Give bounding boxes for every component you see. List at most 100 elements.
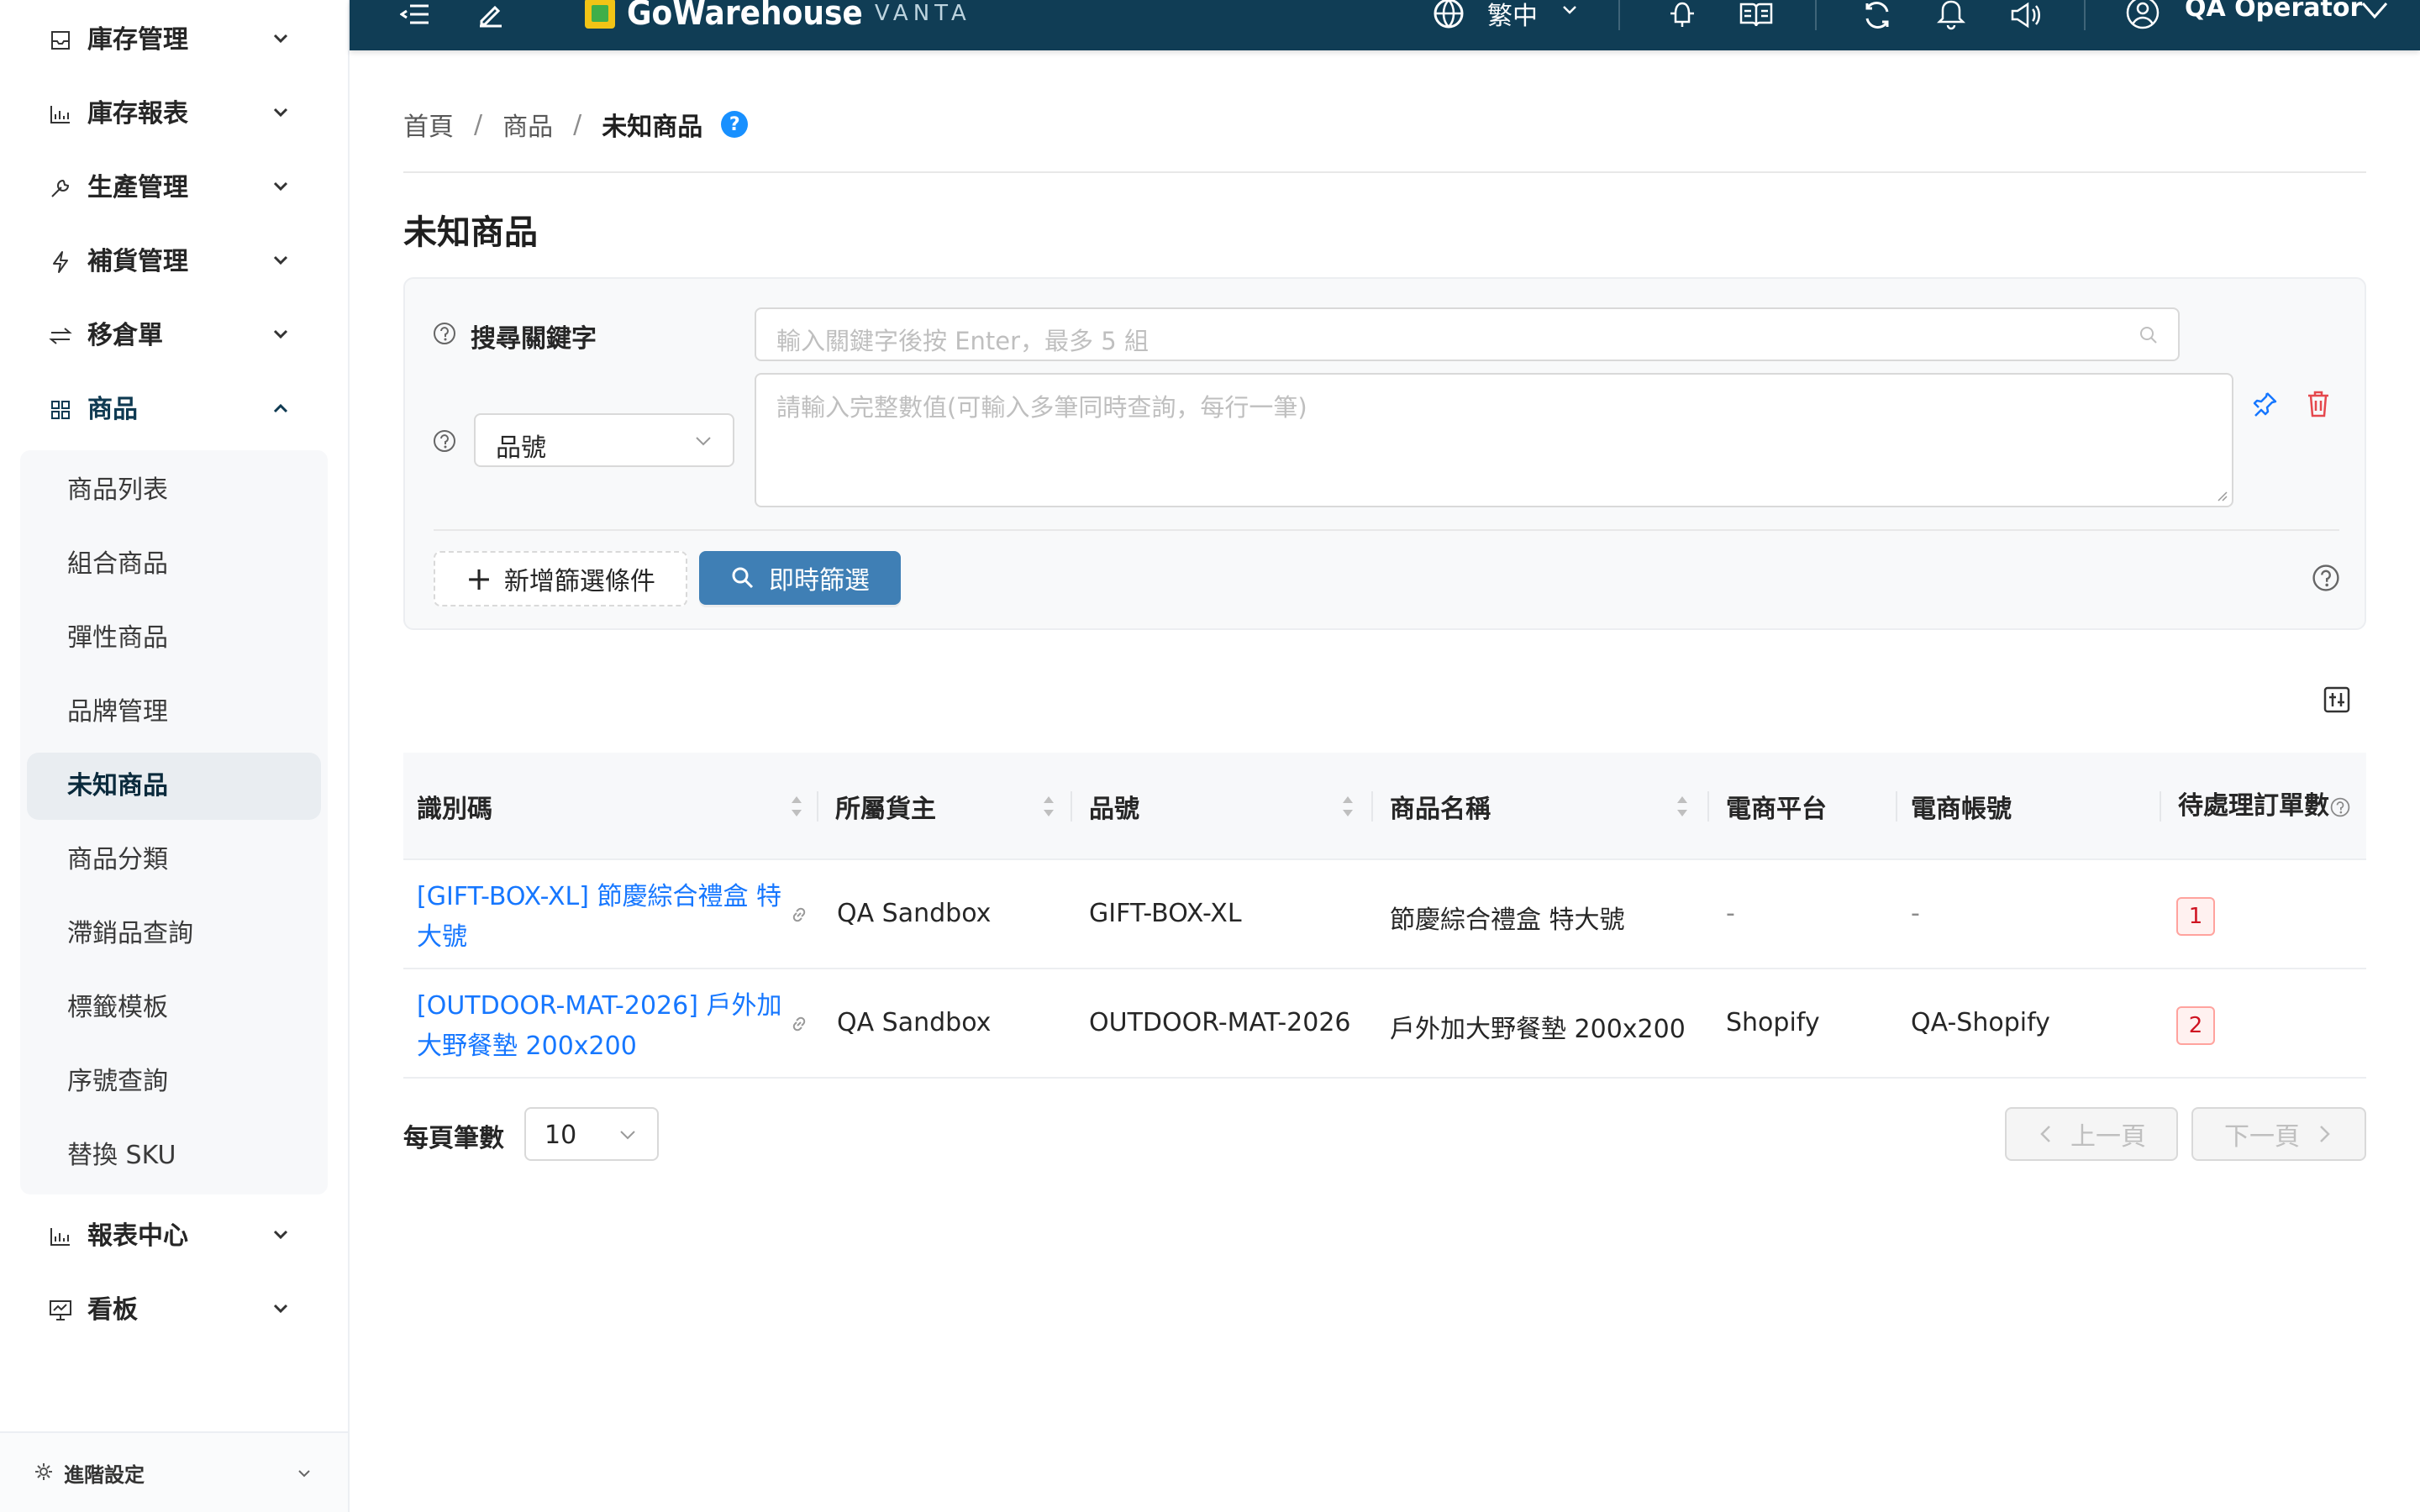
advanced-settings-toggle[interactable]: 進階設定 [0,1431,348,1512]
column-header-sku[interactable]: 品號 [1089,753,1139,860]
chevron-down-icon [696,437,711,446]
prev-page-label: 上一頁 [2070,1122,2146,1152]
filter-field-select[interactable]: 品號 [474,413,734,467]
sort-icon[interactable] [1040,791,1057,822]
edit-icon[interactable] [472,0,509,30]
column-header-id[interactable]: 識別碼 [417,753,492,860]
sidebar-item-products[interactable]: 商品 [0,376,350,444]
page-size-label: 每頁筆數 [403,1124,504,1153]
megaphone-icon[interactable] [2007,0,2044,30]
top-bar: GoWarehouse VANTA 繁中 QA Operator [350,0,2420,50]
resize-handle-icon[interactable] [2215,489,2228,502]
sidebar-item-replenishment[interactable]: 補貨管理 [0,228,350,296]
divider [434,529,2339,531]
bar-chart-icon [47,102,74,126]
submenu-item-flexible-products[interactable]: 彈性商品 [27,605,321,672]
delete-icon[interactable] [2306,390,2331,418]
column-header-name[interactable]: 商品名稱 [1390,753,1491,860]
breadcrumb-home[interactable]: 首頁 [403,106,454,143]
question-circle-icon[interactable] [2311,563,2341,593]
submenu-item-product-list[interactable]: 商品列表 [27,457,321,524]
submenu-item-label-templates[interactable]: 標籤模板 [27,974,321,1042]
chevron-down-icon [273,255,288,265]
column-header-account: 電商帳號 [1911,795,2012,824]
transfer-icon [47,324,74,348]
keyword-placeholder: 輸入關鍵字後按 Enter，最多 5 組 [776,327,1149,355]
gear-icon [35,1463,52,1480]
chevron-down-icon [620,1131,635,1140]
question-circle-icon[interactable] [2329,796,2351,818]
sidebar-item-inventory-report[interactable]: 庫存報表 [0,81,350,148]
filter-value-textarea[interactable]: 請輸入完整數值(可輸入多筆同時查詢，每行一筆) [755,373,2233,507]
question-circle-icon[interactable] [432,428,457,454]
advanced-settings-label: 進階設定 [64,1463,145,1487]
chevron-left-icon [2040,1126,2050,1142]
refresh-icon[interactable] [1859,0,1896,30]
submenu-item-unknown-products[interactable]: 未知商品 [27,753,321,820]
table-row: [OUTDOOR-MAT-2026] 戶外加大野餐墊 200x200 QA Sa… [403,969,2366,1079]
sort-icon[interactable] [788,791,805,822]
chevron-down-icon [1563,6,1576,14]
sidebar-item-inventory[interactable]: 庫存管理 [0,7,350,74]
instant-filter-button[interactable]: 即時篩選 [699,551,901,605]
chevron-down-icon [298,1470,310,1478]
sidebar-item-production[interactable]: 生產管理 [0,155,350,222]
submenu-item-brand-management[interactable]: 品牌管理 [27,679,321,746]
submenu-item-slow-moving[interactable]: 滯銷品查詢 [27,900,321,968]
column-header-platform: 電商平台 [1726,795,1827,824]
globe-icon[interactable] [1430,0,1467,30]
product-id-link[interactable]: [GIFT-BOX-XL] 節慶綜合禮盒 特大號 [417,877,786,958]
user-name[interactable]: QA Operator [2185,0,2362,23]
sidebar-item-label: 庫存報表 [87,99,188,129]
prev-page-button[interactable]: 上一頁 [2005,1107,2178,1161]
submenu-item-product-categories[interactable]: 商品分類 [27,827,321,894]
keyword-label: 搜尋關鍵字 [471,324,597,354]
chevron-down-icon [273,1230,288,1240]
add-filter-condition-button[interactable]: + 新增篩選條件 [434,551,687,606]
user-avatar-icon[interactable] [2124,0,2161,30]
bug-icon[interactable] [1664,0,1701,30]
next-page-button[interactable]: 下一頁 [2191,1107,2366,1161]
lightning-icon [47,250,74,274]
collapse-menu-icon[interactable] [397,0,434,30]
pending-orders-badge[interactable]: 2 [2176,1006,2215,1045]
submenu-item-serial-lookup[interactable]: 序號查詢 [27,1048,321,1116]
link-icon[interactable] [788,904,810,926]
search-icon [2140,327,2157,344]
sidebar-item-report-center[interactable]: 報表中心 [0,1203,350,1270]
submenu-item-bundle-products[interactable]: 組合商品 [27,531,321,598]
sort-icon[interactable] [1339,791,1356,822]
keyword-search-input[interactable]: 輸入關鍵字後按 Enter，最多 5 組 [755,307,2180,361]
column-settings-icon[interactable] [2323,685,2351,714]
pending-orders-badge[interactable]: 1 [2176,897,2215,936]
link-icon[interactable] [788,1013,810,1035]
bell-icon[interactable] [1933,0,1970,30]
question-circle-icon[interactable] [432,321,457,346]
sidebar-item-transfer[interactable]: 移倉單 [0,302,350,370]
inbox-icon [47,29,74,52]
language-select[interactable]: 繁中 [1487,0,1538,32]
chevron-right-icon [2320,1126,2330,1142]
sku-cell: OUTDOOR-MAT-2026 [1089,1008,1351,1037]
column-header-owner[interactable]: 所屬貨主 [835,753,936,860]
page-title: 未知商品 [403,213,538,252]
bar-chart-icon [47,1225,74,1248]
help-icon[interactable]: ? [721,111,749,138]
page-size-select[interactable]: 10 [524,1107,659,1161]
table-row: [GIFT-BOX-XL] 節慶綜合禮盒 特大號 QA Sandbox GIFT… [403,860,2366,969]
brand-logo[interactable]: GoWarehouse VANTA [585,0,971,34]
chevron-down-icon [273,1304,288,1314]
book-icon[interactable] [1738,0,1775,30]
breadcrumb-section[interactable]: 商品 [502,106,553,143]
sidebar-item-dashboard[interactable]: 看板 [0,1277,350,1344]
submenu-item-replace-sku[interactable]: 替換 SKU [27,1122,321,1189]
products-submenu: 商品列表 組合商品 彈性商品 品牌管理 未知商品 商品分類 滯銷品查詢 標籤模板… [20,450,328,1194]
pin-icon[interactable] [2250,390,2279,418]
divider [2084,0,2086,30]
owner-cell: QA Sandbox [837,1008,992,1037]
sidebar-item-label: 移倉單 [87,321,163,350]
sort-icon[interactable] [1674,791,1691,822]
dashboard-icon [47,1299,74,1322]
product-id-link[interactable]: [OUTDOOR-MAT-2026] 戶外加大野餐墊 200x200 [417,986,786,1067]
divider [1618,0,1620,30]
